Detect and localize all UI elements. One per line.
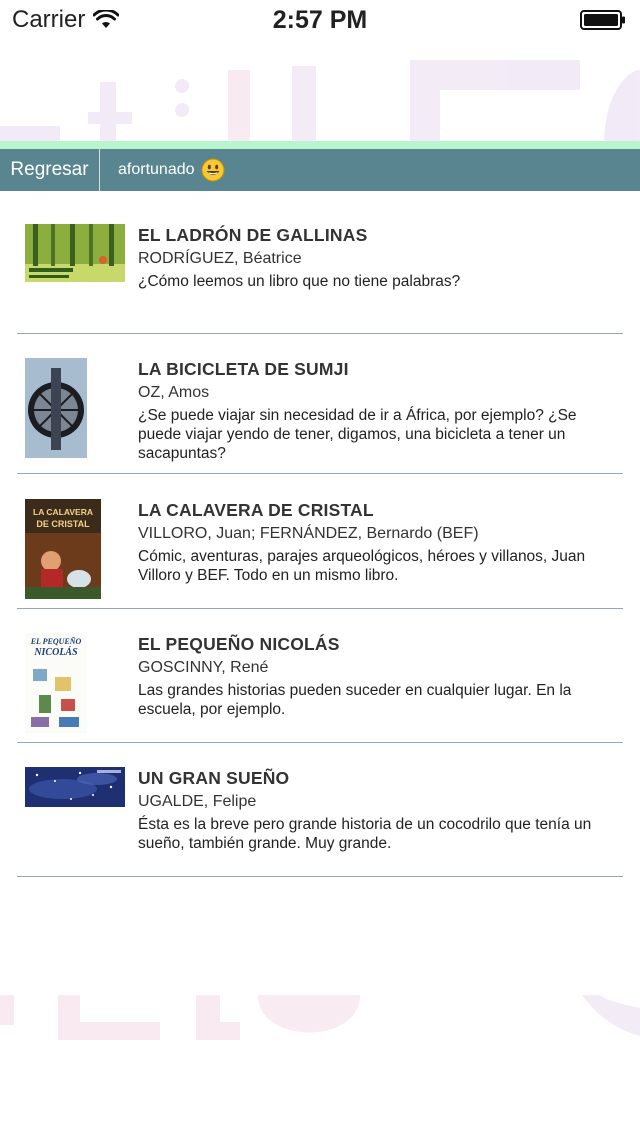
book-description: Cómic, aventuras, parajes arqueológicos,… — [138, 548, 586, 584]
book-title: LA CALAVERA DE CRISTAL — [138, 500, 374, 520]
book-info: EL LADRÓN DE GALLINAS RODRÍGUEZ, Béatric… — [138, 224, 615, 291]
book-description: ¿Cómo leemos un libro que no tiene palab… — [138, 273, 461, 290]
status-bar: Carrier 2:57 PM — [0, 0, 640, 40]
svg-text:NICOLÁS: NICOLÁS — [33, 646, 78, 658]
book-author: OZ, Amos — [138, 384, 210, 401]
book-description: ¿Se puede viajar sin necesidad de ir a Á… — [138, 407, 577, 462]
book-author: RODRÍGUEZ, Béatrice — [138, 250, 302, 267]
book-info: LA CALAVERA DE CRISTAL VILLORO, Juan; FE… — [138, 499, 615, 585]
list-item[interactable]: LA CALAVERA DE CRISTAL LA CALAVERA DE CR… — [17, 474, 623, 609]
list-item[interactable]: UN GRAN SUEÑO UGALDE, Felipe Ésta es la … — [17, 743, 623, 877]
book-description: Las grandes historias pueden suceder en … — [138, 682, 572, 718]
back-button[interactable]: Regresar — [0, 149, 100, 191]
book-title: EL LADRÓN DE GALLINAS — [138, 225, 368, 245]
nav-title-group: afortunado — [118, 158, 225, 182]
nav-title: afortunado — [118, 161, 195, 178]
book-info: LA BICICLETA DE SUMJI OZ, Amos ¿Se puede… — [138, 358, 615, 463]
book-author: UGALDE, Felipe — [138, 793, 257, 810]
book-cover — [25, 224, 125, 282]
svg-text:DE CRISTAL: DE CRISTAL — [36, 519, 90, 529]
book-cover — [25, 358, 87, 458]
book-description: Ésta es la breve pero grande historia de… — [138, 816, 592, 852]
book-list: EL LADRÓN DE GALLINAS RODRÍGUEZ, Béatric… — [0, 191, 640, 877]
accent-line — [0, 141, 640, 149]
book-author: GOSCINNY, René — [138, 659, 269, 676]
book-cover — [25, 767, 125, 807]
book-title: UN GRAN SUEÑO — [138, 768, 290, 788]
book-cover: EL PEQUEÑO NICOLÁS — [25, 633, 87, 733]
battery-icon — [580, 10, 625, 30]
cover-title-text: EL PEQUEÑO — [30, 637, 82, 646]
book-author: VILLORO, Juan; FERNÁNDEZ, Bernardo (BEF) — [138, 525, 479, 542]
cover-title-text: LA CALAVERA — [33, 507, 93, 517]
list-item[interactable]: EL PEQUEÑO NICOLÁS EL PEQUEÑO NICOLÁS GO… — [17, 609, 623, 743]
book-info: UN GRAN SUEÑO UGALDE, Felipe Ésta es la … — [138, 767, 615, 853]
list-item[interactable]: EL LADRÓN DE GALLINAS RODRÍGUEZ, Béatric… — [17, 191, 623, 334]
nav-bar: Regresar afortunado — [0, 149, 640, 191]
smiley-icon — [201, 158, 225, 182]
book-info: EL PEQUEÑO NICOLÁS GOSCINNY, René Las gr… — [138, 633, 615, 719]
list-item[interactable]: LA BICICLETA DE SUMJI OZ, Amos ¿Se puede… — [17, 334, 623, 474]
book-cover: LA CALAVERA DE CRISTAL — [25, 499, 101, 599]
status-time: 2:57 PM — [272, 6, 368, 34]
book-title: LA BICICLETA DE SUMJI — [138, 359, 349, 379]
book-title: EL PEQUEÑO NICOLÁS — [138, 634, 340, 654]
